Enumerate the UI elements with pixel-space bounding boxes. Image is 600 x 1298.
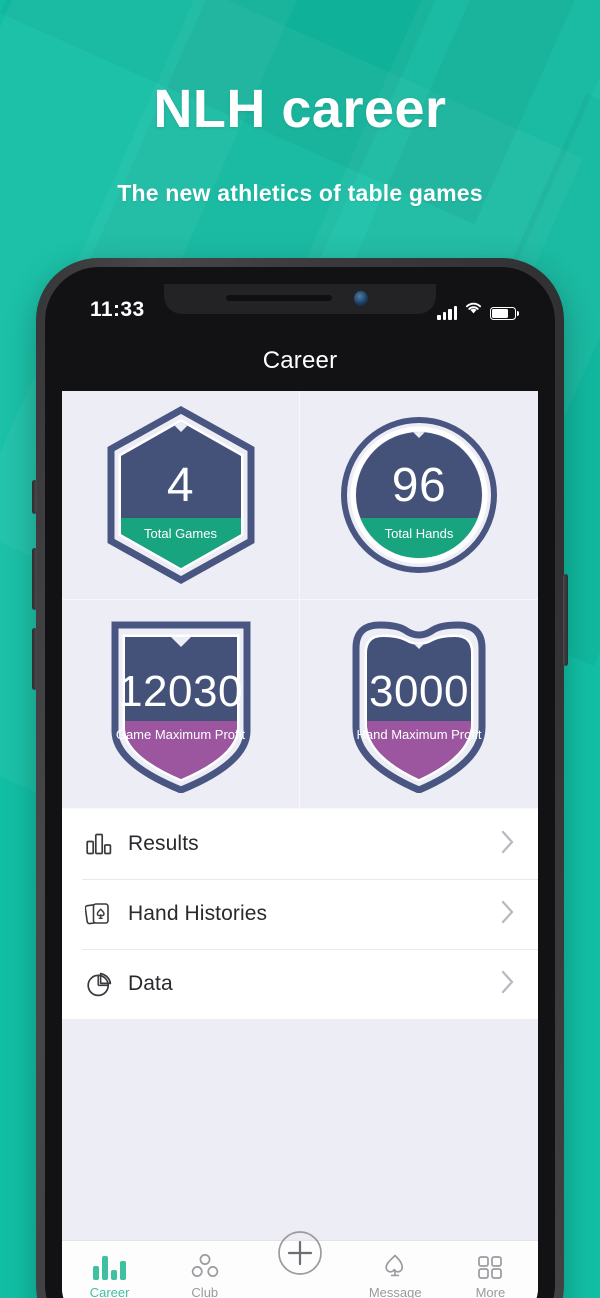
crest-badge-icon: 3000 Hand Maximum Profit [339,615,499,793]
phone-button-volume-up [32,548,37,610]
menu-item-data[interactable]: Data [62,949,538,1019]
stat-card-game-maximum-profit[interactable]: 12030 Game Maximum Profit [62,600,300,809]
bottom-tab-bar: Career Club Message More [62,1231,538,1298]
stat-card-total-hands[interactable]: 96 Total Hands [300,391,538,600]
navigation-bar: Career [62,336,538,391]
screen-content: 4 Total Games 96 Total Hands 12030 Game … [62,391,538,1298]
wifi-icon [464,300,483,320]
phone-button-silent [32,480,37,514]
phone-screen: 11:33 Career 4 Total Games 96 Total Hand… [62,284,538,1298]
stat-card-hand-maximum-profit[interactable]: 3000 Hand Maximum Profit [300,600,538,809]
earpiece-speaker-icon [226,295,332,301]
promo-title: NLH career [153,79,447,139]
circle-badge-icon: 96 Total Hands [339,406,499,584]
chevron-right-icon [500,829,516,860]
status-icons [437,300,519,320]
bar-chart-icon [82,827,116,861]
tab-more[interactable]: More [443,1250,538,1298]
tab-label: Club [191,1285,219,1298]
phone-button-volume-down [32,628,37,690]
playing-cards-icon [82,897,116,931]
shield-badge-icon: 12030 Game Maximum Profit [101,615,261,793]
front-camera-icon [354,291,368,306]
status-time: 11:33 [90,298,145,321]
menu-item-label: Hand Histories [128,902,268,925]
spade-icon [381,1250,409,1280]
tab-add-button[interactable] [252,1231,347,1281]
tab-club[interactable]: Club [157,1250,252,1298]
pie-chart-icon [82,967,116,1001]
menu-item-hand-histories[interactable]: Hand Histories [62,879,538,949]
chevron-right-icon [500,899,516,930]
page-title: Career [262,347,338,374]
menu-item-results[interactable]: Results [62,809,538,879]
grid-icon [477,1250,503,1280]
tab-career[interactable]: Career [62,1250,157,1298]
people-icon [190,1250,220,1280]
menu-list: Results Hand Histories Data [62,809,538,1019]
tab-label: More [475,1285,506,1298]
phone-notch [164,284,436,314]
signal-bars-icon [437,305,457,320]
tab-label: Career [89,1285,130,1298]
menu-item-label: Data [128,972,173,995]
stat-card-total-games[interactable]: 4 Total Games [62,391,300,600]
promo-subtitle: The new athletics of table games [117,180,483,206]
tab-label: Message [368,1285,422,1298]
phone-button-power [563,574,568,666]
plus-circle-icon [277,1231,323,1276]
hexagon-badge-icon: 4 Total Games [101,406,261,584]
tab-message[interactable]: Message [348,1250,443,1298]
menu-item-label: Results [128,832,199,855]
stats-grid: 4 Total Games 96 Total Hands 12030 Game … [62,391,538,809]
phone-mockup: 11:33 Career 4 Total Games 96 Total Hand… [32,258,568,1298]
bar-chart-icon [93,1250,127,1280]
chevron-right-icon [500,969,516,1000]
battery-icon [490,307,519,320]
empty-area [62,1019,538,1204]
